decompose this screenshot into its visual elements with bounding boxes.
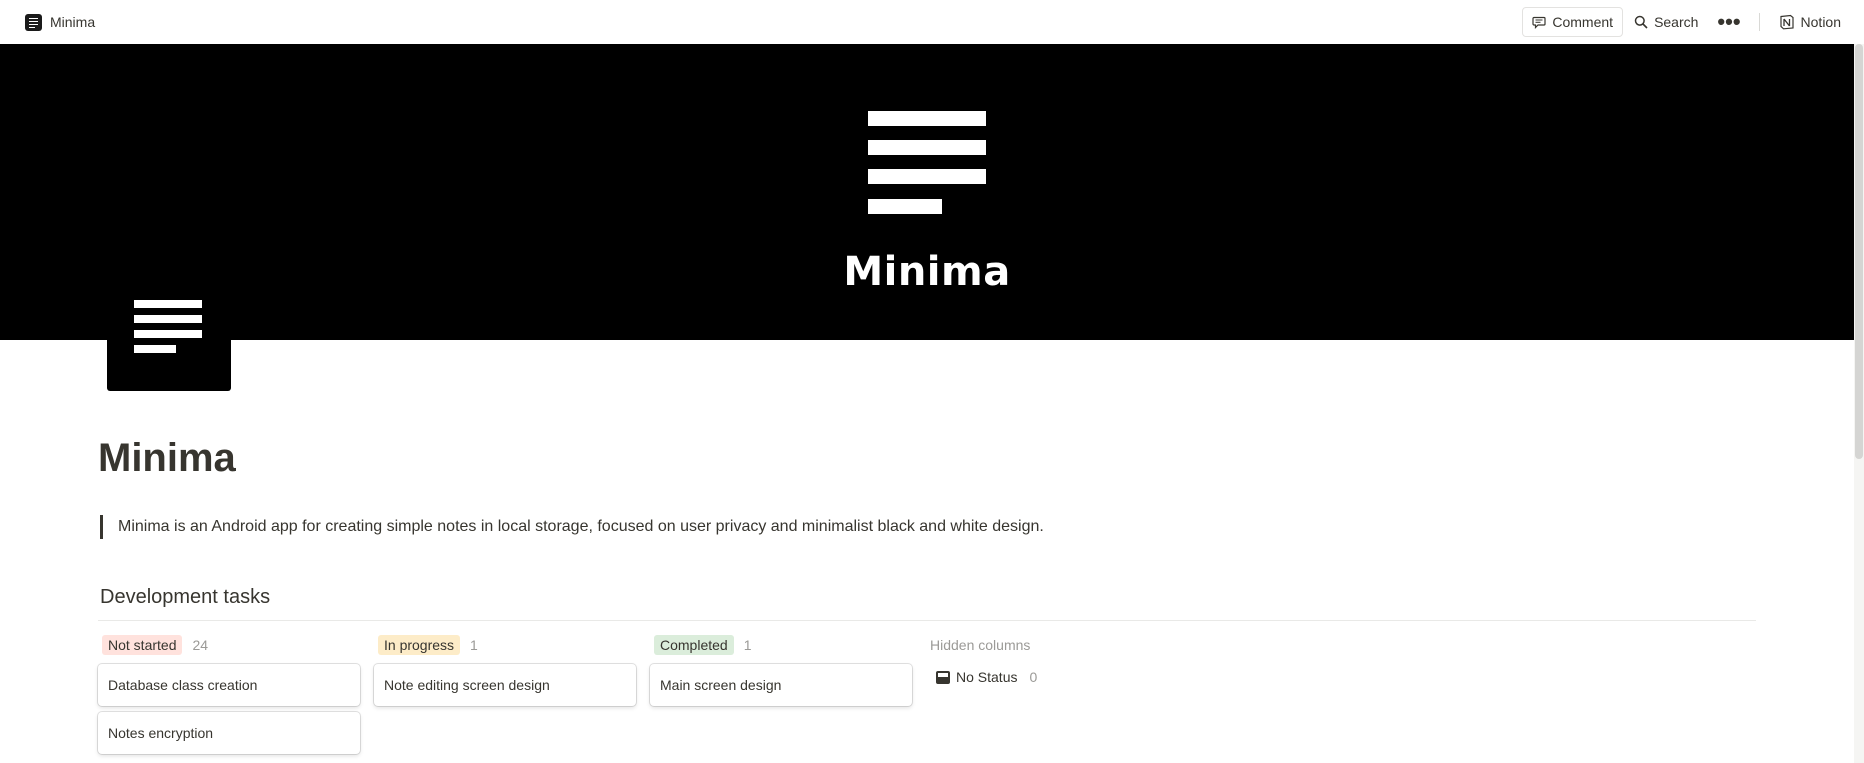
comment-icon [1532, 16, 1546, 29]
hidden-columns: Hidden columns No Status 0 [930, 636, 1150, 685]
task-card[interactable]: Main screen design [650, 664, 912, 706]
inbox-icon [936, 670, 950, 684]
breadcrumb[interactable]: Minima [19, 10, 101, 35]
notion-label: Notion [1800, 14, 1841, 30]
hidden-column-label: No Status [956, 669, 1018, 685]
cover-image: Minima [0, 44, 1854, 340]
page-title[interactable]: Minima [98, 436, 236, 481]
comment-button[interactable]: Comment [1522, 7, 1624, 37]
task-card[interactable]: Notes encryption [98, 712, 360, 754]
top-bar: Minima Comment Search ••• Notion [0, 0, 1864, 44]
task-card[interactable]: Database class creation [98, 664, 360, 706]
column-header[interactable]: Completed 1 [650, 635, 912, 655]
cover-title: Minima [843, 249, 1011, 295]
status-tag: Completed [654, 635, 734, 655]
more-options-button[interactable]: ••• [1709, 7, 1748, 37]
board-column-in-progress: In progress 1 Note editing screen design [374, 635, 636, 706]
lines-logo-icon [868, 111, 986, 221]
notion-button[interactable]: Notion [1770, 7, 1850, 37]
board-column-completed: Completed 1 Main screen design [650, 635, 912, 706]
board-column-not-started: Not started 24 Database class creation N… [98, 635, 360, 754]
top-actions: Comment Search ••• Notion [1522, 7, 1850, 37]
status-tag: In progress [378, 635, 461, 655]
page-icon-large[interactable] [107, 289, 231, 391]
hidden-column-no-status[interactable]: No Status 0 [930, 669, 1150, 685]
hidden-columns-label: Hidden columns [930, 637, 1031, 653]
page-icon [25, 13, 42, 31]
status-tag: Not started [102, 635, 183, 655]
search-icon [1634, 15, 1648, 29]
comment-label: Comment [1552, 14, 1614, 30]
task-card[interactable]: Note editing screen design [374, 664, 636, 706]
breadcrumb-title: Minima [50, 14, 96, 30]
hidden-column-count: 0 [1029, 669, 1038, 685]
column-count: 1 [743, 637, 752, 653]
column-count: 1 [470, 637, 478, 653]
column-header[interactable]: In progress 1 [374, 635, 636, 655]
search-button[interactable]: Search [1625, 7, 1707, 37]
divider [1758, 13, 1760, 31]
scrollbar-thumb[interactable] [1855, 44, 1863, 459]
database-divider [98, 620, 1756, 621]
notion-logo-icon [1779, 14, 1794, 30]
page-description-quote[interactable]: Minima is an Android app for creating si… [100, 515, 1044, 539]
database-title[interactable]: Development tasks [100, 586, 270, 609]
column-header[interactable]: Not started 24 [98, 635, 360, 655]
search-label: Search [1654, 14, 1699, 30]
column-count: 24 [192, 637, 209, 653]
